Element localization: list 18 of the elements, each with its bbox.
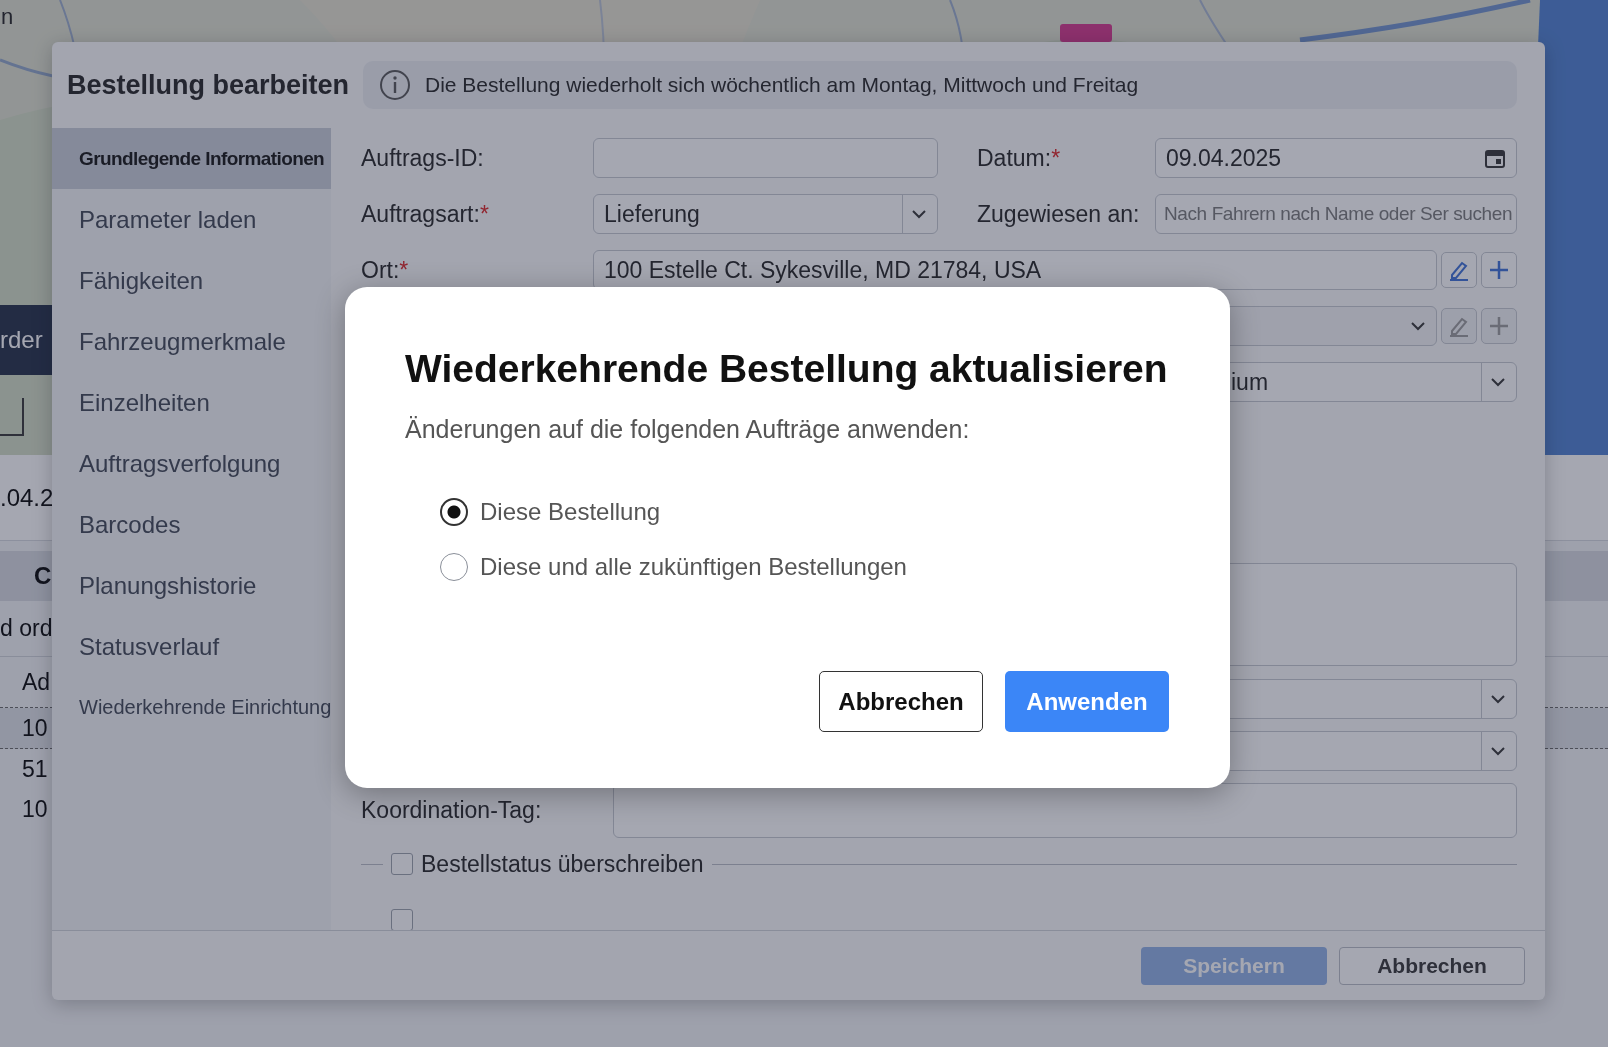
tab-text: d ord <box>0 615 53 642</box>
field-label: Zugewiesen an: <box>977 200 1141 228</box>
table-cell: 10 <box>22 795 48 823</box>
field-label: Auftrags-ID: <box>361 144 485 172</box>
field-label: Datum:* <box>977 144 1062 172</box>
modal-subtitle: Änderungen auf die folgenden Aufträge anwenden: <box>405 415 971 444</box>
table-cell: 10 <box>22 714 48 742</box>
field-label: Auftragsart:* <box>361 200 490 228</box>
column-heading: C <box>34 562 52 590</box>
info-text: Die Bestellung wiederholt sich wöchentlich am Montag, Mittwoch und Freitag <box>425 73 1139 97</box>
column-heading: Ad <box>22 668 51 696</box>
dialog-title: Bestellung bearbeiten <box>66 69 348 101</box>
field-label: Ort:* <box>361 256 410 284</box>
map-label: n <box>1 4 14 30</box>
date-text: .04.2 <box>0 483 54 512</box>
field-label: Koordination-Tag: <box>361 797 543 824</box>
table-cell: 51 <box>22 755 48 783</box>
checkbox-label: Bestellstatus überschreiben <box>421 850 704 878</box>
